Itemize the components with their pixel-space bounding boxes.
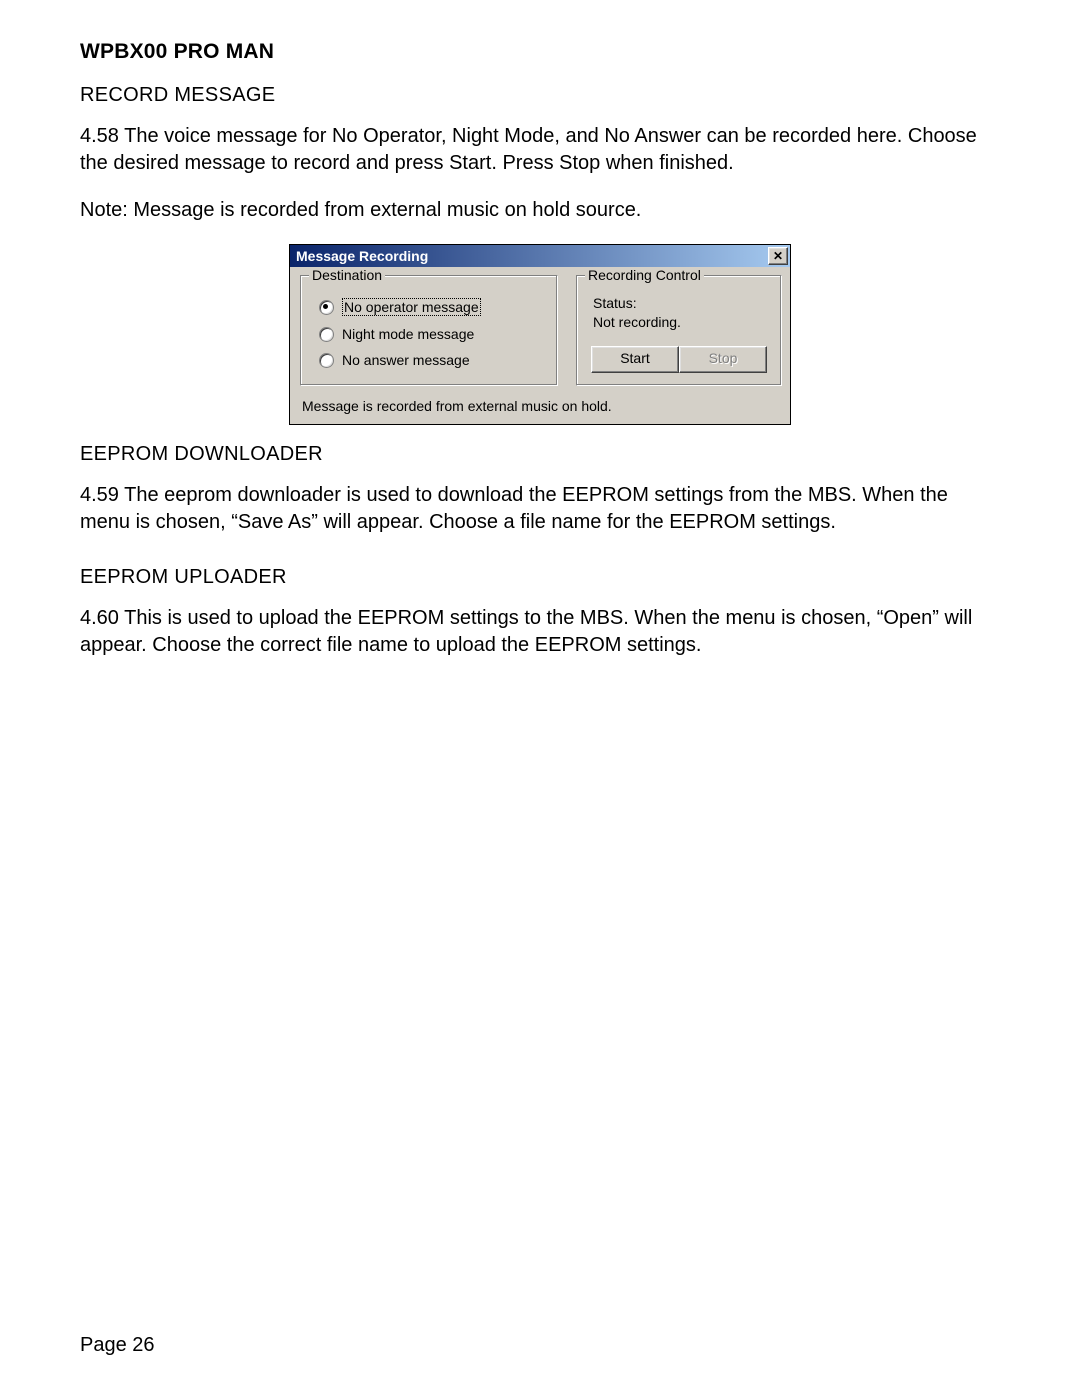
radio-icon	[319, 300, 334, 315]
recording-control-group: Recording Control Status: Not recording.…	[576, 275, 782, 386]
radio-label: No answer message	[342, 352, 470, 368]
paragraph-4-59: 4.59 The eeprom downloader is used to do…	[80, 482, 1000, 536]
message-recording-dialog: Message Recording ✕ Destination No opera…	[289, 244, 791, 425]
status-value: Not recording.	[593, 313, 765, 332]
section-heading-uploader: EEPROM UPLOADER	[80, 566, 1000, 589]
destination-legend: Destination	[309, 267, 385, 283]
radio-label: Night mode message	[342, 326, 474, 342]
destination-group: Destination No operator message Night mo…	[300, 275, 558, 386]
radio-icon	[319, 327, 334, 342]
page-number: Page 26	[80, 1334, 155, 1357]
start-button[interactable]: Start	[591, 346, 679, 373]
section-heading-record: RECORD MESSAGE	[80, 84, 1000, 107]
dialog-title: Message Recording	[296, 248, 768, 264]
dialog-footer-text: Message is recorded from external music …	[300, 398, 780, 414]
close-icon[interactable]: ✕	[768, 247, 788, 265]
dialog-titlebar: Message Recording ✕	[290, 245, 790, 267]
stop-button: Stop	[679, 346, 767, 373]
radio-no-answer[interactable]: No answer message	[319, 352, 545, 368]
radio-no-operator[interactable]: No operator message	[319, 298, 545, 316]
radio-label: No operator message	[342, 298, 481, 316]
document-title: WPBX00 PRO MAN	[80, 40, 1000, 64]
radio-night-mode[interactable]: Night mode message	[319, 326, 545, 342]
status-label: Status:	[593, 294, 765, 313]
section-heading-downloader: EEPROM DOWNLOADER	[80, 443, 1000, 466]
recording-legend: Recording Control	[585, 267, 704, 283]
radio-icon	[319, 353, 334, 368]
paragraph-4-60: 4.60 This is used to upload the EEPROM s…	[80, 605, 1000, 659]
paragraph-4-58: 4.58 The voice message for No Operator, …	[80, 123, 1000, 177]
paragraph-note: Note: Message is recorded from external …	[80, 197, 1000, 224]
